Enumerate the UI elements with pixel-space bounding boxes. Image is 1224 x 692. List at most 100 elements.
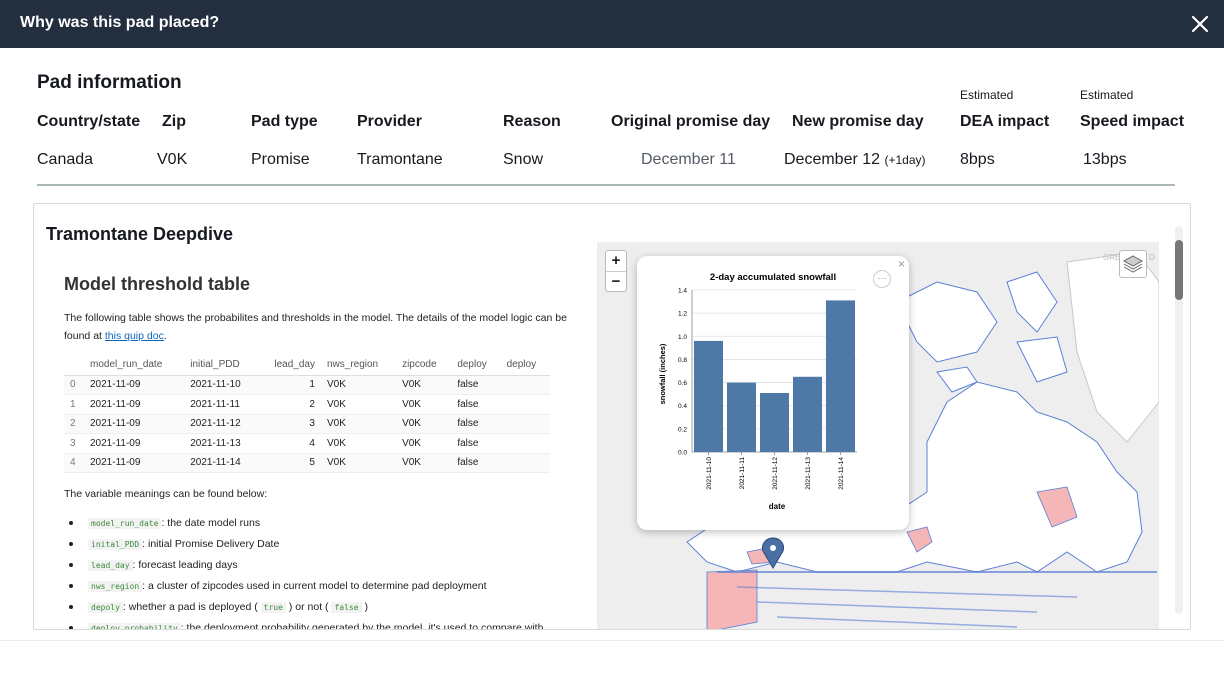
table-header: deploy (500, 355, 550, 376)
value-speed-impact: 13bps (1083, 151, 1127, 168)
quip-doc-link[interactable]: this quip doc (105, 330, 164, 342)
table-cell: 2021-11-09 (84, 394, 185, 415)
x-tick-label: 2021-11-10 (706, 457, 713, 490)
zoom-in-button[interactable]: + (606, 251, 626, 271)
popup-close-icon[interactable]: × (898, 257, 905, 271)
table-cell: 2021-11-14 (184, 453, 259, 473)
table-cell: 1 (258, 375, 321, 395)
value-pad-type: Promise (251, 151, 310, 168)
table-cell: 2 (258, 394, 321, 415)
table-cell (500, 394, 550, 415)
x-tick-label: 2021-11-12 (772, 457, 779, 490)
variable-code: false (331, 602, 362, 613)
deepdive-title: Tramontane Deepdive (46, 224, 234, 244)
chart-y-label: snowfall (inches) (658, 343, 667, 404)
divider (37, 184, 1175, 186)
variable-description: : whether a pad is deployed ( (122, 601, 261, 613)
pad-information-title: Pad information (37, 72, 182, 93)
table-cell: 3 (64, 433, 84, 454)
value-provider: Tramontane (357, 151, 443, 168)
table-cell: 0 (64, 375, 84, 395)
table-cell: 2021-11-10 (184, 375, 259, 395)
variable-description: : initial Promise Delivery Date (142, 538, 280, 550)
table-cell (500, 414, 550, 434)
table-header: nws_region (320, 355, 397, 376)
modal-header: Why was this pad placed? (0, 0, 1224, 48)
vars-intro: The variable meanings can be found below… (64, 488, 268, 500)
doc-intro-end: . (163, 330, 167, 342)
table-cell (500, 453, 550, 473)
estimated-label-dea: Estimated (960, 88, 1014, 102)
chart-bar (759, 392, 790, 452)
new-promise-day-date: December 12 (784, 151, 881, 168)
table-header: model_run_date (84, 355, 185, 376)
table-cell: false (451, 453, 501, 473)
header-reason: Reason (503, 113, 561, 130)
table-cell: V0K (320, 375, 397, 395)
layers-button[interactable] (1119, 250, 1147, 278)
table-row: 1 2021-11-09 2021-11-11 2 V0K V0K false (64, 394, 550, 415)
table-cell: false (451, 375, 501, 395)
table-cell: 4 (258, 433, 321, 454)
variable-description: : forecast leading days (132, 559, 238, 571)
chart-bar (792, 376, 823, 452)
snowfall-popup: × ··· 2-day accumulated snowfall date sn… (637, 256, 909, 530)
new-promise-day-delta: (+1day) (884, 153, 926, 167)
chart-bar (726, 382, 757, 452)
panel-scrollbar[interactable] (1175, 226, 1183, 614)
header-original-promise-day: Original promise day (611, 113, 771, 130)
modal-title: Why was this pad placed? (20, 14, 220, 31)
table-row: 0 2021-11-09 2021-11-10 1 V0K V0K false (64, 375, 550, 395)
header-zip: Zip (162, 113, 186, 130)
value-new-promise-day: December 12 (+1day) (784, 151, 926, 169)
chart-title: 2-day accumulated snowfall (710, 272, 836, 283)
scrollbar-thumb[interactable] (1175, 240, 1183, 300)
value-country: Canada (37, 151, 94, 168)
chart-x-label: date (769, 502, 786, 511)
variable-list: model_run_date: the date model runs inita… (64, 513, 584, 630)
y-tick-label: 1.2 (678, 311, 687, 318)
variable-description: : the deployment probability generated b… (180, 622, 544, 630)
table-header: zipcode (396, 355, 452, 376)
table-cell (500, 375, 550, 395)
table-cell: 2 (64, 414, 84, 434)
doc-heading: Model threshold table (64, 274, 251, 294)
deepdive-panel: Tramontane Deepdive Model threshold tabl… (33, 203, 1191, 630)
table-cell: V0K (320, 394, 397, 415)
zoom-out-button[interactable]: − (606, 271, 626, 291)
variable-code: depoly (88, 602, 123, 613)
table-header-row: model_run_date initial_PDD lead_day nws_… (64, 355, 550, 376)
list-item: lead_day: forecast leading days (66, 555, 584, 576)
map-view[interactable]: GRE D + − × ··· 2-day accumulated snowfa… (597, 242, 1159, 629)
value-reason: Snow (503, 151, 544, 168)
table-cell: V0K (320, 414, 397, 434)
value-dea-impact: 8bps (960, 151, 995, 168)
map-label-green: GRE (1103, 253, 1120, 262)
table-cell (500, 433, 550, 454)
table-header (64, 355, 84, 376)
list-item: nws_region: a cluster of zipcodes used i… (66, 576, 584, 597)
table-cell: V0K (396, 375, 452, 395)
map-label-d: D (1149, 253, 1155, 262)
y-tick-label: 0.2 (678, 426, 687, 433)
popup-more-icon[interactable]: ··· (873, 270, 891, 288)
zoom-control: + − (605, 250, 627, 292)
chart-bar (693, 340, 724, 452)
layers-icon (1122, 255, 1144, 273)
header-speed-impact: Speed impact (1080, 113, 1185, 130)
variable-code: model_run_date (88, 518, 162, 529)
y-tick-label: 0.4 (678, 403, 687, 410)
list-item: model_run_date: the date model runs (66, 513, 584, 534)
variable-code: deploy_probability (88, 623, 181, 629)
table-row: 4 2021-11-09 2021-11-14 5 V0K V0K false (64, 453, 550, 473)
table-cell: V0K (396, 433, 452, 454)
table-cell: 4 (64, 453, 84, 473)
table-cell: 2021-11-09 (84, 453, 185, 473)
variable-code: nws_region (88, 581, 143, 592)
close-icon[interactable] (1188, 12, 1212, 36)
y-tick-label: 1.0 (678, 334, 687, 341)
table-cell: V0K (320, 433, 397, 454)
table-cell: 5 (258, 453, 321, 473)
value-original-promise-day: December 11 (641, 151, 736, 168)
table-header: initial_PDD (184, 355, 259, 376)
